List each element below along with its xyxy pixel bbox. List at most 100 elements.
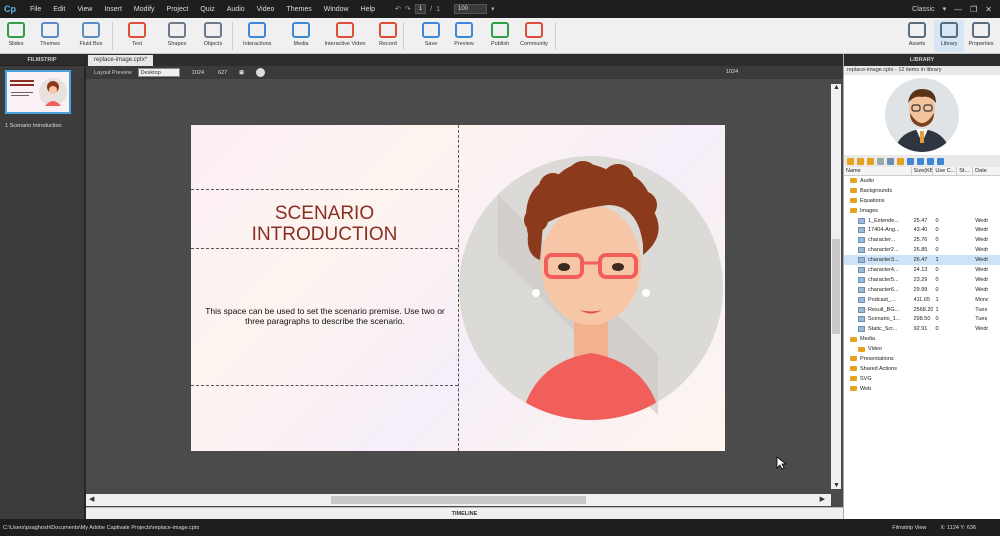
character-image[interactable] xyxy=(458,125,725,451)
chevron-down-icon[interactable]: ▾ xyxy=(943,5,947,13)
library-name-cell: Images xyxy=(844,208,912,214)
media-button[interactable]: Media xyxy=(287,20,315,47)
import-icon[interactable] xyxy=(857,157,864,165)
library-item[interactable]: 1_Extende... 25.47 0 Wedr xyxy=(844,216,1000,226)
col-use[interactable]: Use C... xyxy=(933,167,958,175)
document-tab[interactable]: replace-image.cptx* xyxy=(88,55,154,66)
open-folder-icon[interactable] xyxy=(847,157,854,165)
library-item[interactable]: character4... 24.13 0 Wedr xyxy=(844,265,1000,275)
library-item[interactable]: character3... 26.47 1 Wedr xyxy=(844,255,1000,266)
library-folder[interactable]: Audio xyxy=(844,176,1000,186)
library-item[interactable]: Static_Scr... 92.91 0 Wedr xyxy=(844,324,1000,334)
toolbar-separator xyxy=(403,22,404,50)
minimize-icon[interactable]: — xyxy=(954,5,962,14)
library-item[interactable]: character6... 29.99 0 Wedr xyxy=(844,285,1000,295)
fluid-box-button[interactable]: Fluid Box xyxy=(77,20,105,47)
maximize-icon[interactable]: ❐ xyxy=(970,5,977,14)
col-date[interactable]: Date xyxy=(973,167,1000,175)
timeline-panel-header[interactable]: TIMELINE xyxy=(86,507,843,519)
record-button[interactable]: Record xyxy=(374,20,402,47)
save-button[interactable]: Save xyxy=(417,20,445,47)
menu-window[interactable]: Window xyxy=(318,6,355,13)
interactive-video-button[interactable]: Interactive Video xyxy=(320,20,370,47)
library-folder[interactable]: Backgrounds xyxy=(844,186,1000,196)
menu-themes[interactable]: Themes xyxy=(280,6,317,13)
menu-help[interactable]: Help xyxy=(355,6,381,13)
close-icon[interactable]: ✕ xyxy=(985,5,992,14)
library-item[interactable]: Scenario_1... 298.50 0 Tues xyxy=(844,314,1000,324)
undo-icon[interactable]: ↶ xyxy=(395,5,401,13)
menu-file[interactable]: File xyxy=(24,6,47,13)
publish-button[interactable]: Publish xyxy=(486,20,514,47)
slide-thumbnail[interactable] xyxy=(5,70,71,114)
menu-project[interactable]: Project xyxy=(161,6,195,13)
text-button[interactable]: Text xyxy=(123,20,151,47)
menu-modify[interactable]: Modify xyxy=(128,6,161,13)
col-status[interactable]: St... xyxy=(957,167,974,175)
menu-insert[interactable]: Insert xyxy=(98,6,128,13)
select-unused-icon[interactable] xyxy=(927,157,934,165)
col-size[interactable]: Size(KB) xyxy=(912,167,934,175)
objects-button[interactable]: Objects xyxy=(199,20,227,47)
slide-body-text[interactable]: This space can be used to set the scenar… xyxy=(195,306,455,326)
library-folder[interactable]: Presentations xyxy=(844,354,1000,364)
library-item[interactable]: character2... 26.85 0 Wedr xyxy=(844,245,1000,255)
vertical-scrollbar[interactable]: ▲ ▼ xyxy=(831,84,841,489)
library-folder[interactable]: Shared Actions xyxy=(844,364,1000,374)
chevron-down-icon[interactable]: ▾ xyxy=(491,5,495,13)
interactions-button[interactable]: Interactions xyxy=(243,20,271,47)
horizontal-scroll-thumb[interactable] xyxy=(331,496,586,504)
page-field[interactable]: 1 xyxy=(414,4,427,14)
slide-stage[interactable]: SCENARIO INTRODUCTION This space can be … xyxy=(191,125,725,451)
device-select[interactable]: Desktop xyxy=(137,68,180,77)
preview-button[interactable]: Preview xyxy=(450,20,478,47)
menu-view[interactable]: View xyxy=(71,6,98,13)
filmstrip-title: FILMSTRIP xyxy=(0,54,84,66)
preview-width[interactable]: 1024 xyxy=(192,70,204,76)
library-folder[interactable]: Equations xyxy=(844,196,1000,206)
community-button[interactable]: Community xyxy=(520,20,548,47)
scroll-up-icon[interactable]: ▲ xyxy=(833,84,840,91)
slides-button[interactable]: Slides xyxy=(2,20,30,47)
usage-icon[interactable] xyxy=(897,157,904,165)
menu-audio[interactable]: Audio xyxy=(221,6,251,13)
library-button[interactable]: Library xyxy=(934,20,964,52)
library-folder[interactable]: Images xyxy=(844,206,1000,216)
preview-height[interactable]: 627 xyxy=(218,70,227,76)
slide-title[interactable]: SCENARIO INTRODUCTION xyxy=(199,203,450,245)
redo-icon[interactable]: ↷ xyxy=(405,5,411,13)
delete-icon[interactable] xyxy=(937,157,944,165)
library-folder[interactable]: Web xyxy=(844,384,1000,394)
properties-button[interactable]: Properties xyxy=(966,20,996,47)
link-icon[interactable] xyxy=(907,157,914,165)
edit-icon[interactable] xyxy=(877,157,884,165)
zoom-field[interactable]: 100 xyxy=(453,4,487,14)
scroll-right-icon[interactable]: ▶ xyxy=(820,495,825,503)
vertical-scroll-thumb[interactable] xyxy=(832,239,840,334)
library-folder[interactable]: Media xyxy=(844,334,1000,344)
assets-button[interactable]: Assets xyxy=(902,20,932,47)
scroll-down-icon[interactable]: ▼ xyxy=(833,482,840,489)
library-folder[interactable]: SVG xyxy=(844,374,1000,384)
horizontal-scrollbar[interactable]: ◀ ▶ xyxy=(86,494,831,506)
shapes-button[interactable]: Shapes xyxy=(163,20,191,47)
library-item[interactable]: character... 25.76 0 Wedr xyxy=(844,235,1000,245)
library-item[interactable]: 17404-Ang... 43.40 0 Wedr xyxy=(844,225,1000,235)
library-item[interactable]: Result_BG... 2568.20 1 Tues xyxy=(844,305,1000,315)
library-item[interactable]: character5... 23.29 0 Wedr xyxy=(844,275,1000,285)
col-name[interactable]: Name xyxy=(844,167,912,175)
library-item[interactable]: Podcast_... 411.65 1 Monc xyxy=(844,295,1000,305)
menu-video[interactable]: Video xyxy=(251,6,281,13)
play-preview-icon[interactable] xyxy=(255,68,265,77)
scroll-left-icon[interactable]: ◀ xyxy=(89,495,94,503)
workspace-mode[interactable]: Classic xyxy=(912,6,935,13)
themes-button[interactable]: Themes xyxy=(36,20,64,47)
properties-icon[interactable] xyxy=(887,157,894,165)
menu-edit[interactable]: Edit xyxy=(47,6,71,13)
refresh-icon[interactable] xyxy=(917,157,924,165)
export-icon[interactable] xyxy=(867,157,874,165)
add-breakpoint-icon[interactable]: ⊞ xyxy=(239,70,244,76)
menu-quiz[interactable]: Quiz xyxy=(194,6,220,13)
view-mode[interactable]: Filmstrip View xyxy=(892,525,926,531)
library-folder[interactable]: Video xyxy=(844,344,1000,354)
